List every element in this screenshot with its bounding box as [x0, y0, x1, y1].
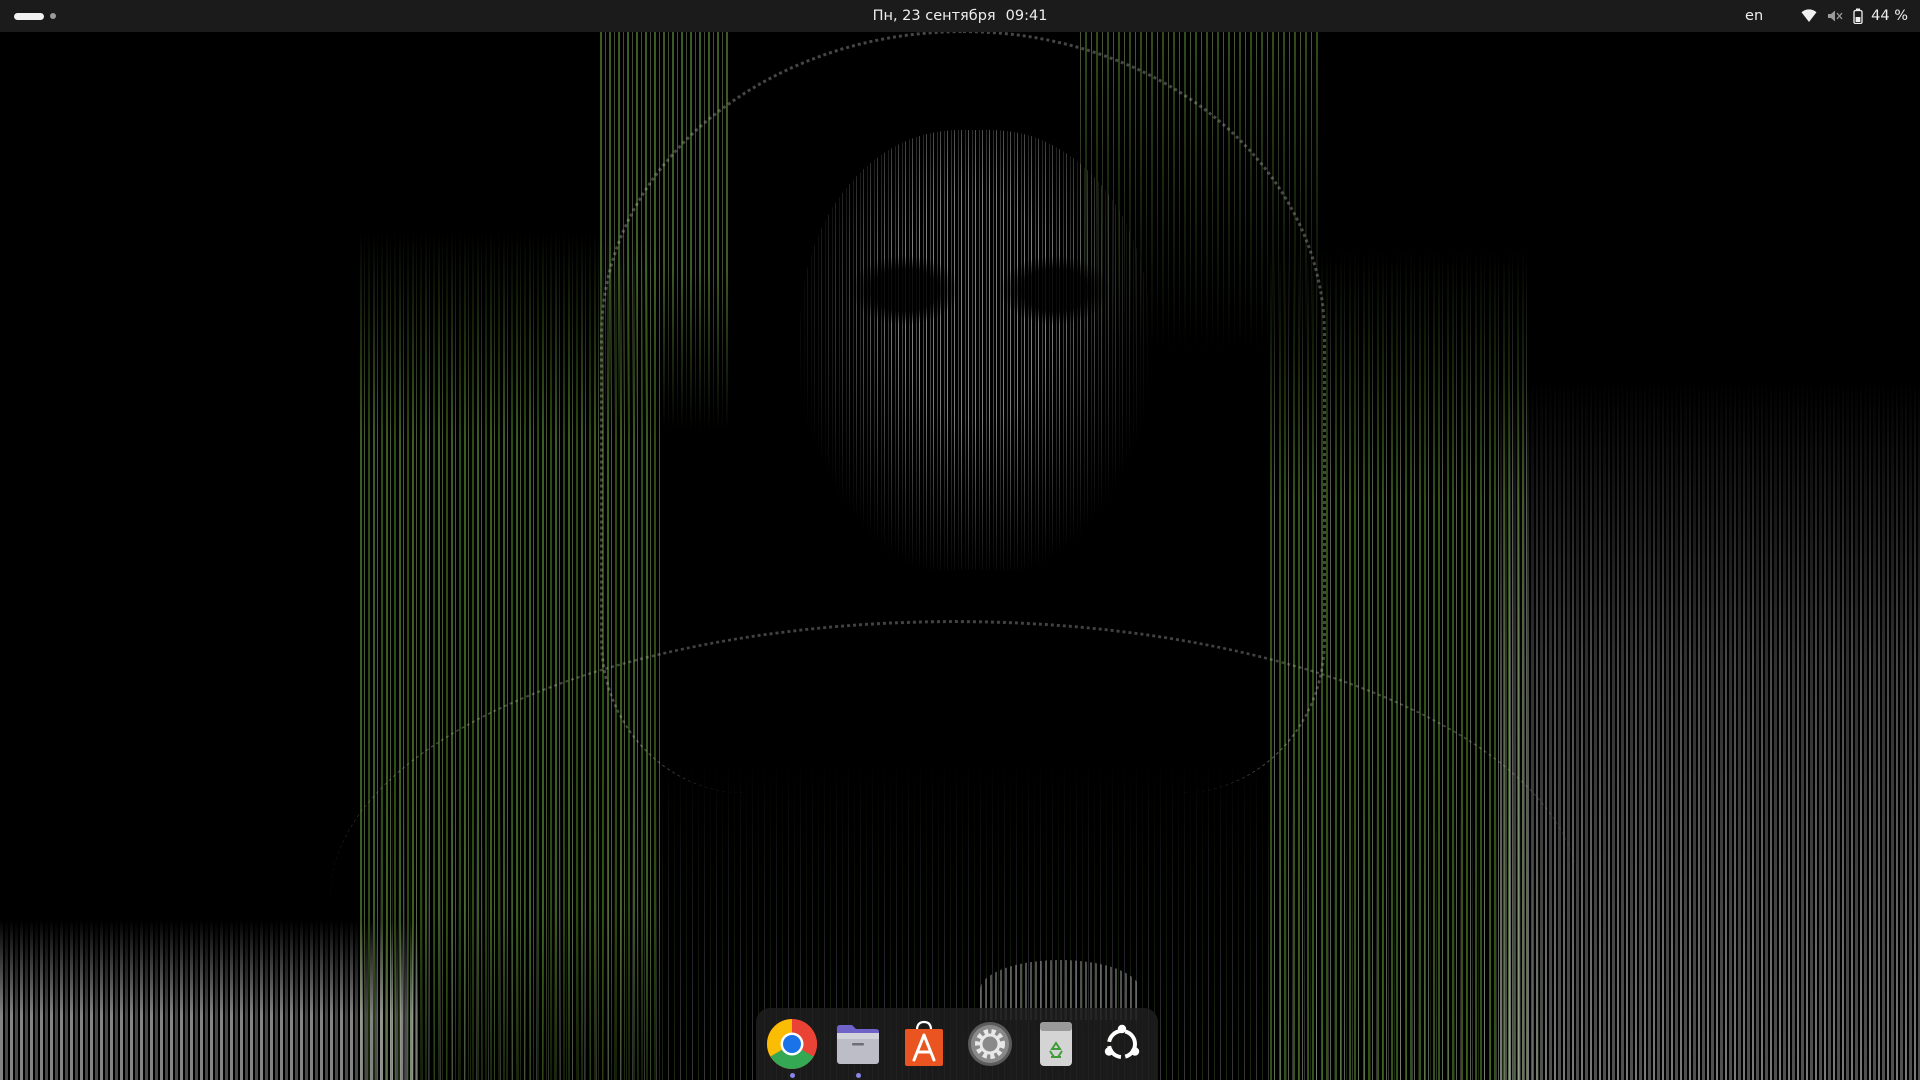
date-label: Пн, 23 сентября [872, 8, 996, 24]
system-status-menu[interactable]: 44 % [1801, 8, 1908, 24]
volume-muted-icon [1827, 9, 1843, 23]
dock-show-apps[interactable] [1094, 1016, 1150, 1072]
dock-files[interactable] [830, 1016, 886, 1078]
files-folder-icon [837, 1025, 879, 1064]
activities-workspace-indicator[interactable] [14, 9, 56, 23]
running-indicator [789, 1073, 795, 1078]
ubuntu-apps-icon [1104, 1024, 1140, 1059]
dock-app-center[interactable] [896, 1016, 952, 1072]
trash-icon [1040, 1022, 1072, 1066]
desktop[interactable]: Пн, 23 сентября 09:41 en 44 % [0, 0, 1920, 1080]
top-bar: Пн, 23 сентября 09:41 en 44 % [0, 0, 1920, 32]
app-center-icon [905, 1020, 943, 1066]
chrome-icon [767, 1019, 817, 1069]
battery-icon [1853, 8, 1863, 24]
battery-percentage: 44 % [1871, 8, 1908, 24]
settings-gear-icon [968, 1022, 1012, 1066]
date-time-menu[interactable]: Пн, 23 сентября 09:41 [873, 0, 1048, 32]
time-label: 09:41 [1005, 8, 1048, 24]
dock-trash[interactable] [1028, 1016, 1084, 1072]
wallpaper-eyes [830, 250, 1130, 330]
keyboard-layout-indicator[interactable]: en [1745, 8, 1763, 24]
active-workspace-pill [14, 12, 44, 20]
wallpaper-hooded-figure [0, 0, 1920, 1080]
inactive-workspace-dot [50, 13, 56, 19]
running-indicator [855, 1073, 861, 1078]
wifi-icon [1801, 9, 1817, 23]
wallpaper-face [800, 130, 1150, 570]
system-tray: en 44 % [1745, 0, 1908, 32]
dock [756, 1008, 1158, 1080]
dock-settings[interactable] [962, 1016, 1018, 1072]
dock-chrome[interactable] [764, 1016, 820, 1078]
